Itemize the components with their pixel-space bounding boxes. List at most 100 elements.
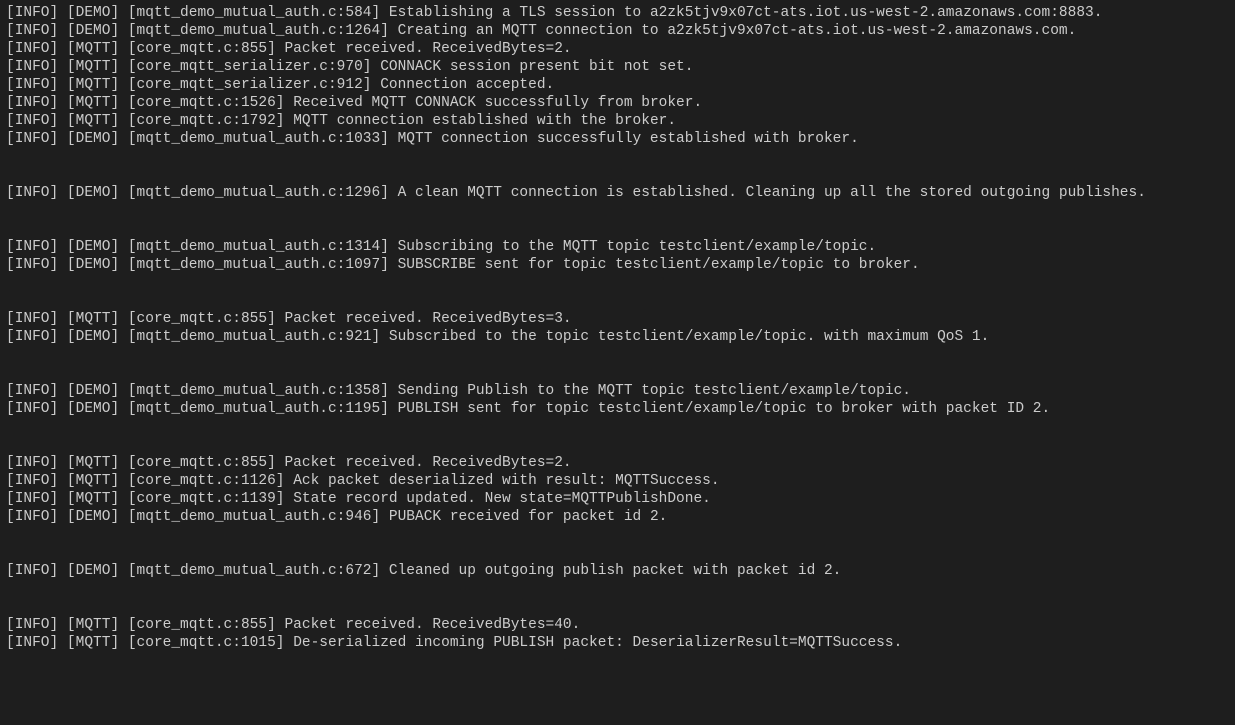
log-line: [INFO] [DEMO] [mqtt_demo_mutual_auth.c:1… [6, 22, 1229, 40]
log-line: [INFO] [MQTT] [core_mqtt.c:855] Packet r… [6, 40, 1229, 58]
log-source: core_mqtt.c:855 [137, 311, 268, 327]
blank-line [6, 544, 1229, 562]
log-source: mqtt_demo_mutual_auth.c:1033 [137, 131, 381, 147]
log-message: PUBACK received for packet id 2. [389, 509, 667, 525]
log-module: MQTT [76, 473, 111, 489]
log-source: core_mqtt.c:1126 [137, 473, 276, 489]
log-source: core_mqtt.c:855 [137, 455, 268, 471]
log-level: INFO [15, 491, 50, 507]
log-source: mqtt_demo_mutual_auth.c:1314 [137, 239, 381, 255]
log-message: Subscribing to the MQTT topic testclient… [398, 239, 877, 255]
log-level: INFO [15, 329, 50, 345]
log-module: MQTT [76, 113, 111, 129]
log-module: MQTT [76, 311, 111, 327]
blank-line [6, 202, 1229, 220]
blank-line [6, 436, 1229, 454]
log-level: INFO [15, 311, 50, 327]
log-level: INFO [15, 5, 50, 21]
log-message: Ack packet deserialized with result: MQT… [293, 473, 719, 489]
log-message: MQTT connection successfully established… [398, 131, 859, 147]
log-source: mqtt_demo_mutual_auth.c:921 [137, 329, 372, 345]
log-module: DEMO [76, 131, 111, 147]
log-source: core_mqtt.c:1792 [137, 113, 276, 129]
log-module: DEMO [76, 23, 111, 39]
log-module: DEMO [76, 329, 111, 345]
log-module: MQTT [76, 59, 111, 75]
log-line: [INFO] [DEMO] [mqtt_demo_mutual_auth.c:5… [6, 4, 1229, 22]
log-module: MQTT [76, 491, 111, 507]
log-level: INFO [15, 257, 50, 273]
log-source: mqtt_demo_mutual_auth.c:1195 [137, 401, 381, 417]
log-level: INFO [15, 473, 50, 489]
log-level: INFO [15, 401, 50, 417]
log-line: [INFO] [DEMO] [mqtt_demo_mutual_auth.c:9… [6, 508, 1229, 526]
log-line: [INFO] [MQTT] [core_mqtt.c:1139] State r… [6, 490, 1229, 508]
log-source: core_mqtt.c:1015 [137, 635, 276, 651]
log-message: A clean MQTT connection is established. … [398, 185, 1146, 201]
log-module: MQTT [76, 635, 111, 651]
log-level: INFO [15, 563, 50, 579]
log-line: [INFO] [DEMO] [mqtt_demo_mutual_auth.c:6… [6, 562, 1229, 580]
log-line: [INFO] [DEMO] [mqtt_demo_mutual_auth.c:1… [6, 130, 1229, 148]
log-source: mqtt_demo_mutual_auth.c:1097 [137, 257, 381, 273]
blank-line [6, 292, 1229, 310]
log-message: De-serialized incoming PUBLISH packet: D… [293, 635, 902, 651]
log-line: [INFO] [MQTT] [core_mqtt.c:855] Packet r… [6, 310, 1229, 328]
blank-line [6, 580, 1229, 598]
log-message: CONNACK session present bit not set. [380, 59, 693, 75]
blank-line [6, 220, 1229, 238]
log-level: INFO [15, 23, 50, 39]
log-level: INFO [15, 59, 50, 75]
blank-line [6, 274, 1229, 292]
log-level: INFO [15, 383, 50, 399]
blank-line [6, 364, 1229, 382]
log-source: core_mqtt_serializer.c:912 [137, 77, 363, 93]
log-source: mqtt_demo_mutual_auth.c:672 [137, 563, 372, 579]
log-source: mqtt_demo_mutual_auth.c:584 [137, 5, 372, 21]
log-message: Packet received. ReceivedBytes=2. [284, 41, 571, 57]
log-line: [INFO] [MQTT] [core_mqtt_serializer.c:91… [6, 76, 1229, 94]
log-module: DEMO [76, 509, 111, 525]
log-level: INFO [15, 77, 50, 93]
log-message: Packet received. ReceivedBytes=2. [284, 455, 571, 471]
log-line: [INFO] [MQTT] [core_mqtt.c:855] Packet r… [6, 616, 1229, 634]
log-module: MQTT [76, 617, 111, 633]
log-level: INFO [15, 617, 50, 633]
blank-line [6, 346, 1229, 364]
log-level: INFO [15, 113, 50, 129]
log-level: INFO [15, 95, 50, 111]
log-message: Sending Publish to the MQTT topic testcl… [398, 383, 911, 399]
log-module: DEMO [76, 239, 111, 255]
log-module: DEMO [76, 563, 111, 579]
log-message: MQTT connection established with the bro… [293, 113, 676, 129]
log-level: INFO [15, 239, 50, 255]
log-level: INFO [15, 185, 50, 201]
log-line: [INFO] [MQTT] [core_mqtt.c:1526] Receive… [6, 94, 1229, 112]
log-module: MQTT [76, 95, 111, 111]
log-line: [INFO] [DEMO] [mqtt_demo_mutual_auth.c:9… [6, 328, 1229, 346]
log-source: core_mqtt.c:855 [137, 41, 268, 57]
log-line: [INFO] [MQTT] [core_mqtt_serializer.c:97… [6, 58, 1229, 76]
log-message: State record updated. New state=MQTTPubl… [293, 491, 711, 507]
log-level: INFO [15, 509, 50, 525]
log-module: DEMO [76, 383, 111, 399]
log-line: [INFO] [DEMO] [mqtt_demo_mutual_auth.c:1… [6, 184, 1229, 202]
log-message: Establishing a TLS session to a2zk5tjv9x… [389, 5, 1103, 21]
terminal-output[interactable]: [INFO] [DEMO] [mqtt_demo_mutual_auth.c:5… [6, 4, 1229, 652]
log-source: mqtt_demo_mutual_auth.c:1264 [137, 23, 381, 39]
log-line: [INFO] [MQTT] [core_mqtt.c:1015] De-seri… [6, 634, 1229, 652]
blank-line [6, 598, 1229, 616]
log-line: [INFO] [MQTT] [core_mqtt.c:855] Packet r… [6, 454, 1229, 472]
log-message: PUBLISH sent for topic testclient/exampl… [398, 401, 1051, 417]
log-message: Cleaned up outgoing publish packet with … [389, 563, 841, 579]
log-source: core_mqtt.c:855 [137, 617, 268, 633]
log-module: DEMO [76, 401, 111, 417]
log-level: INFO [15, 455, 50, 471]
log-message: SUBSCRIBE sent for topic testclient/exam… [398, 257, 920, 273]
log-message: Creating an MQTT connection to a2zk5tjv9… [398, 23, 1077, 39]
log-module: DEMO [76, 185, 111, 201]
log-line: [INFO] [DEMO] [mqtt_demo_mutual_auth.c:1… [6, 238, 1229, 256]
log-source: mqtt_demo_mutual_auth.c:946 [137, 509, 372, 525]
log-source: mqtt_demo_mutual_auth.c:1296 [137, 185, 381, 201]
log-level: INFO [15, 635, 50, 651]
